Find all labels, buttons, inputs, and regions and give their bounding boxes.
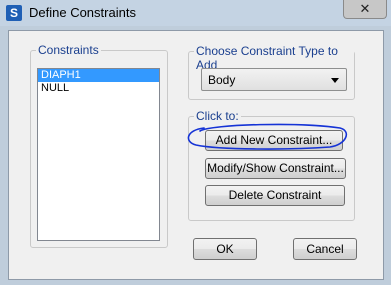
close-button[interactable]: ✕ <box>343 0 387 19</box>
cancel-button[interactable]: Cancel <box>293 238 357 260</box>
constraint-type-value: Body <box>208 73 236 87</box>
list-item[interactable]: NULL <box>38 82 159 95</box>
window-title: Define Constraints <box>29 5 136 20</box>
list-item[interactable]: DIAPH1 <box>38 69 159 82</box>
title-bar[interactable]: S Define Constraints ✕ <box>0 0 391 26</box>
add-new-constraint-button[interactable]: Add New Constraint... <box>205 130 343 151</box>
click-to-label: Click to: <box>194 109 241 123</box>
constraint-type-select[interactable]: Body <box>201 68 347 91</box>
app-icon: S <box>6 5 22 21</box>
constraints-listbox[interactable]: DIAPH1 NULL <box>37 68 160 241</box>
define-constraints-window: S Define Constraints ✕ Constraints DIAPH… <box>0 0 391 285</box>
modify-show-constraint-button[interactable]: Modify/Show Constraint... <box>205 158 346 179</box>
delete-constraint-button[interactable]: Delete Constraint <box>205 185 345 206</box>
close-icon: ✕ <box>359 1 371 16</box>
ok-button[interactable]: OK <box>193 238 257 260</box>
constraints-group-label: Constraints <box>36 43 101 57</box>
chevron-down-icon <box>331 78 339 83</box>
